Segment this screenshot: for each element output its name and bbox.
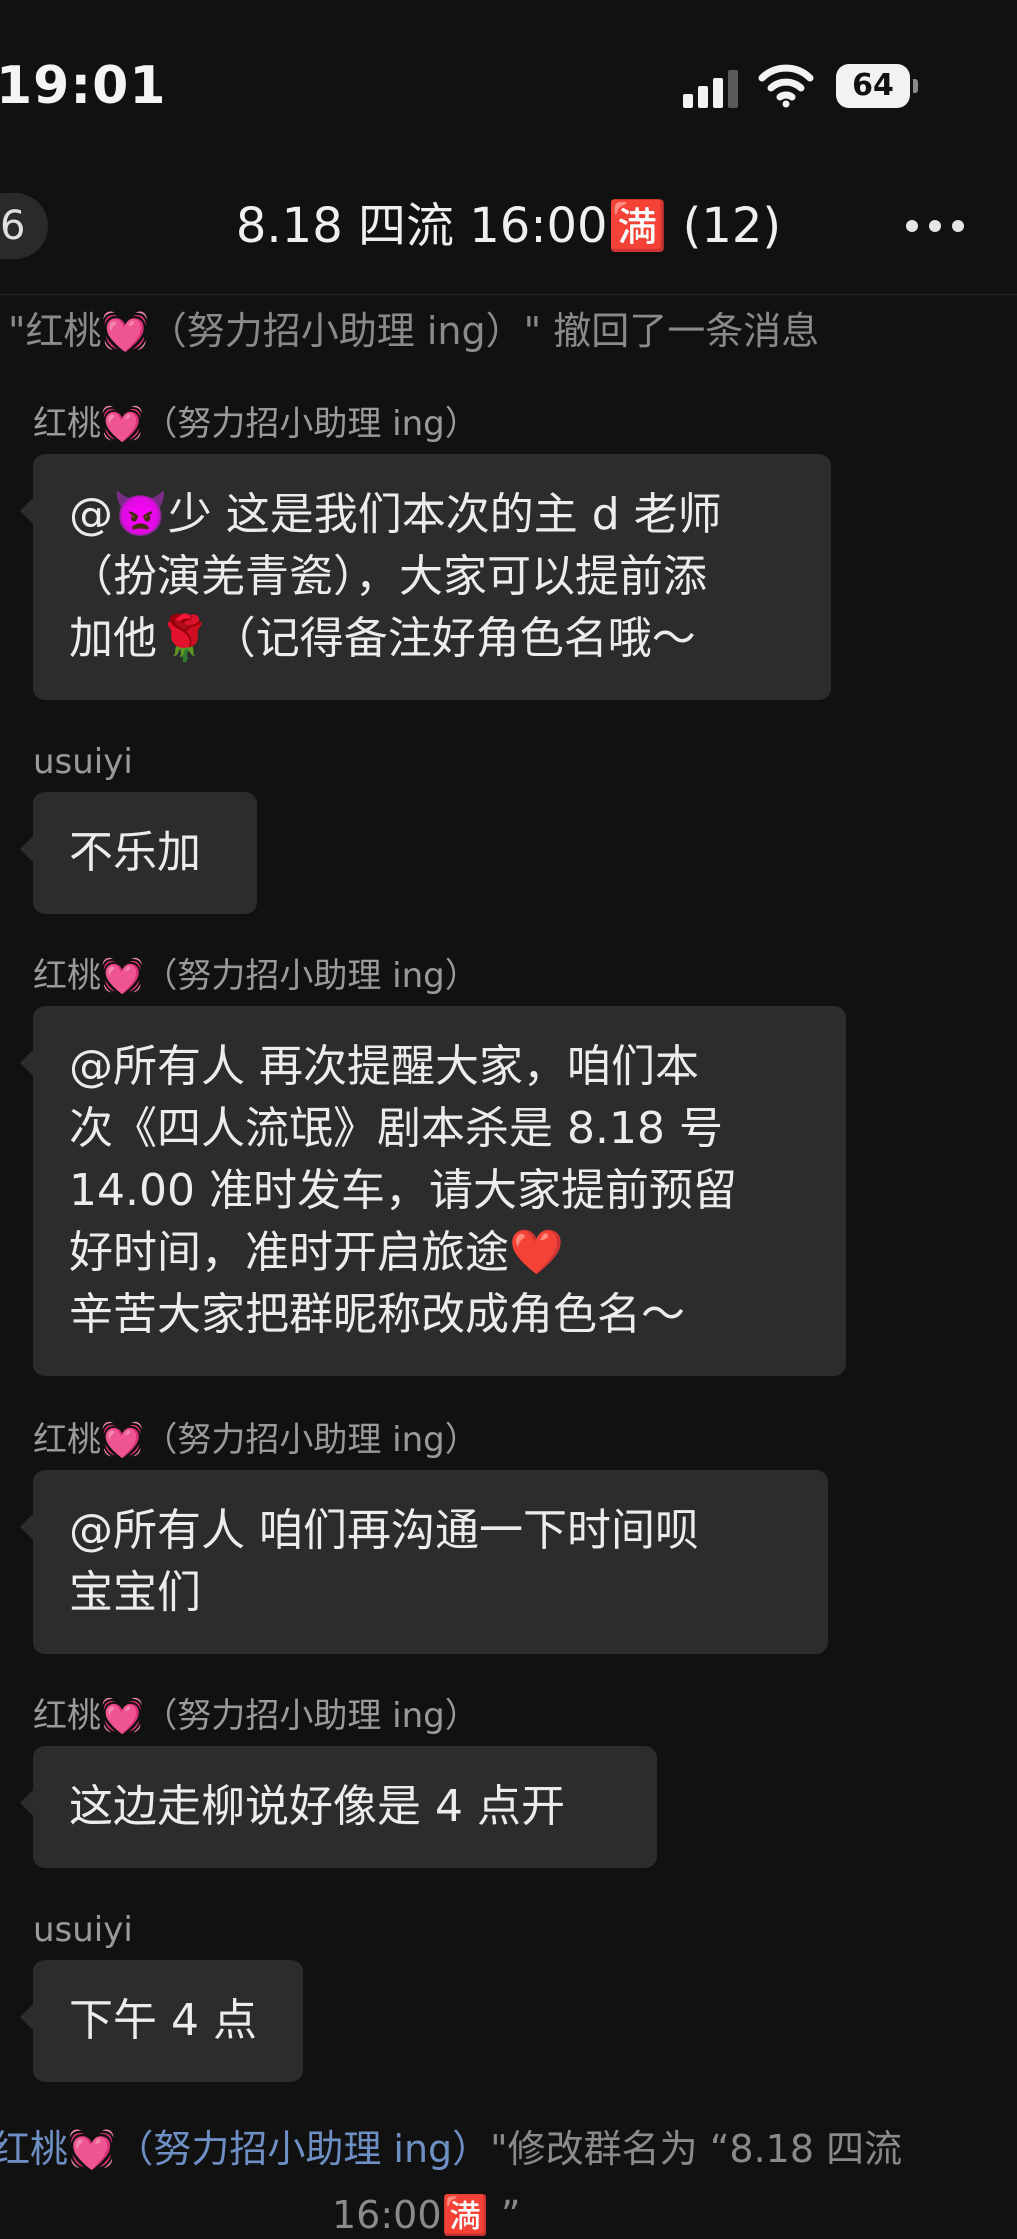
wifi-icon [758,64,814,108]
notice-user-link[interactable]: 红桃💓（努力招小助理 ing） [0,2127,490,2171]
battery-level: 64 [852,68,894,103]
sender-name: 红桃💓（努力招小助理 ing） [33,404,479,444]
rename-notice-line2: 16:00🈵 ” [332,2193,521,2237]
message-bubble[interactable]: @所有人 再次提醒大家，咱们本 次《四人流氓》剧本杀是 8.18 号 14.00… [20,1006,846,1376]
sender-name: 红桃💓（努力招小助理 ing） [33,956,479,996]
sender-name: usuiyi [33,1910,133,1950]
cellular-signal-icon [683,70,738,108]
status-time: 19:01 [0,56,167,116]
notice-text: "修改群名为 “8.18 四流 [490,2127,903,2171]
more-horizontal-icon[interactable] [900,205,970,245]
nav-divider [0,294,1017,295]
message-bubble[interactable]: 这边走柳说好像是 4 点开 [20,1746,657,1868]
sender-name: 红桃💓（努力招小助理 ing） [33,1696,479,1736]
sender-name: usuiyi [33,742,133,782]
rename-notice: 红桃💓（努力招小助理 ing）"修改群名为 “8.18 四流 [0,2124,902,2174]
message-bubble[interactable]: @👿少 这是我们本次的主 d 老师 （扮演羌青瓷），大家可以提前添 加他🌹（记得… [20,454,831,700]
group-title[interactable]: 8.18 四流 16:00🈵 (12) [0,196,1017,256]
message-bubble[interactable]: @所有人 咱们再沟通一下时间呗 宝宝们 [20,1470,828,1654]
message-bubble[interactable]: 不乐加 [20,792,257,914]
recall-notice: "红桃💓（努力招小助理 ing）" 撤回了一条消息 [8,309,820,353]
message-bubble[interactable]: 下午 4 点 [20,1960,303,2082]
battery-icon: 64 [836,64,918,108]
chat-screen: 19:01 64 6 8.18 四流 16:00🈵 (12) "红桃💓（努力招小… [0,0,1017,2239]
sender-name: 红桃💓（努力招小助理 ing） [33,1420,479,1460]
